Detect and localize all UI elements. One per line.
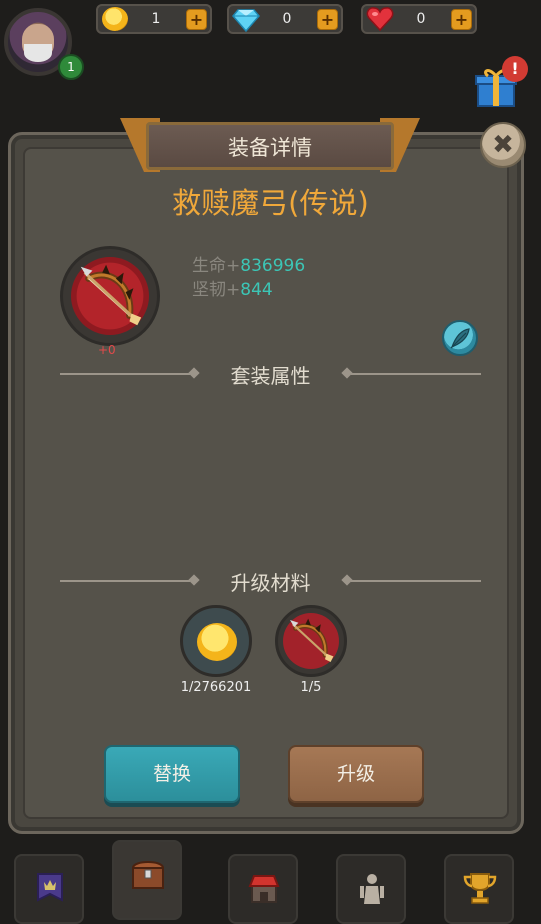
top-bar: 1 1 + 0 + 0 + ! xyxy=(0,0,541,110)
coin-value: 1 xyxy=(151,11,161,27)
bottom-nav xyxy=(0,840,541,924)
material-bow-bg xyxy=(283,613,339,669)
stat-hp-value: 836996 xyxy=(240,256,306,276)
material-gold-count: 1/2766201 xyxy=(180,680,252,695)
set-attributes-divider: 套装属性 xyxy=(60,364,481,388)
material-bow-count: 1/5 xyxy=(300,680,322,695)
gem-counter: 0 + xyxy=(227,4,343,34)
nav-tab-hero[interactable] xyxy=(336,854,406,924)
set-attributes-heading: 套装属性 xyxy=(230,364,311,388)
feather-icon xyxy=(450,328,470,349)
gem-icon xyxy=(232,9,260,32)
close-button[interactable]: ✖ xyxy=(480,122,526,168)
trophy-icon xyxy=(463,873,497,904)
nav-tab-ranking[interactable] xyxy=(444,854,514,924)
bow-icon xyxy=(290,618,334,662)
hero-icon xyxy=(360,874,384,904)
materials-divider: 升级材料 xyxy=(60,571,481,595)
gift-alert-badge: ! xyxy=(502,56,528,82)
heart-icon xyxy=(366,7,394,32)
equipment-detail-dialog xyxy=(8,132,524,834)
coin-counter: 1 + xyxy=(96,4,212,34)
nav-tab-guild[interactable] xyxy=(14,854,84,924)
material-gold[interactable] xyxy=(180,605,252,677)
bow-icon xyxy=(80,264,142,326)
heart-counter: 0 + xyxy=(361,4,477,34)
stat-hp-label: 生命+ xyxy=(192,256,241,276)
item-slot-bg xyxy=(71,257,149,335)
gem-value: 0 xyxy=(282,11,292,27)
add-gems-button[interactable]: + xyxy=(317,9,338,30)
upgrade-button[interactable]: 升级 xyxy=(288,745,424,803)
shop-icon xyxy=(248,875,280,903)
coin-icon xyxy=(102,7,128,31)
materials-heading: 升级材料 xyxy=(230,571,311,595)
feather-button[interactable] xyxy=(442,320,478,356)
dialog-title: 装备详情 xyxy=(228,136,312,160)
nav-tab-shop[interactable] xyxy=(228,854,298,924)
level-badge: 1 xyxy=(58,54,84,80)
item-name: 救赎魔弓(传说) xyxy=(172,186,369,220)
material-bow[interactable] xyxy=(275,605,347,677)
add-hearts-button[interactable]: + xyxy=(451,9,472,30)
add-coins-button[interactable]: + xyxy=(186,9,207,30)
item-slot[interactable] xyxy=(60,246,160,346)
nav-tab-chest[interactable] xyxy=(112,840,182,920)
stat-toughness-label: 坚韧+ xyxy=(192,280,241,300)
stat-hp: 生命+836996 xyxy=(192,251,305,276)
avatar-beard xyxy=(24,44,52,62)
stat-toughness-value: 844 xyxy=(240,280,273,300)
heart-value: 0 xyxy=(416,11,426,27)
item-enhance-level: +0 xyxy=(98,343,116,357)
banner-icon xyxy=(37,873,63,902)
gold-coin-icon xyxy=(197,623,237,661)
chest-icon xyxy=(131,861,165,889)
dialog-title-plate: 装备详情 xyxy=(120,118,420,174)
replace-button[interactable]: 替换 xyxy=(104,745,240,803)
stat-toughness: 坚韧+844 xyxy=(192,275,273,300)
